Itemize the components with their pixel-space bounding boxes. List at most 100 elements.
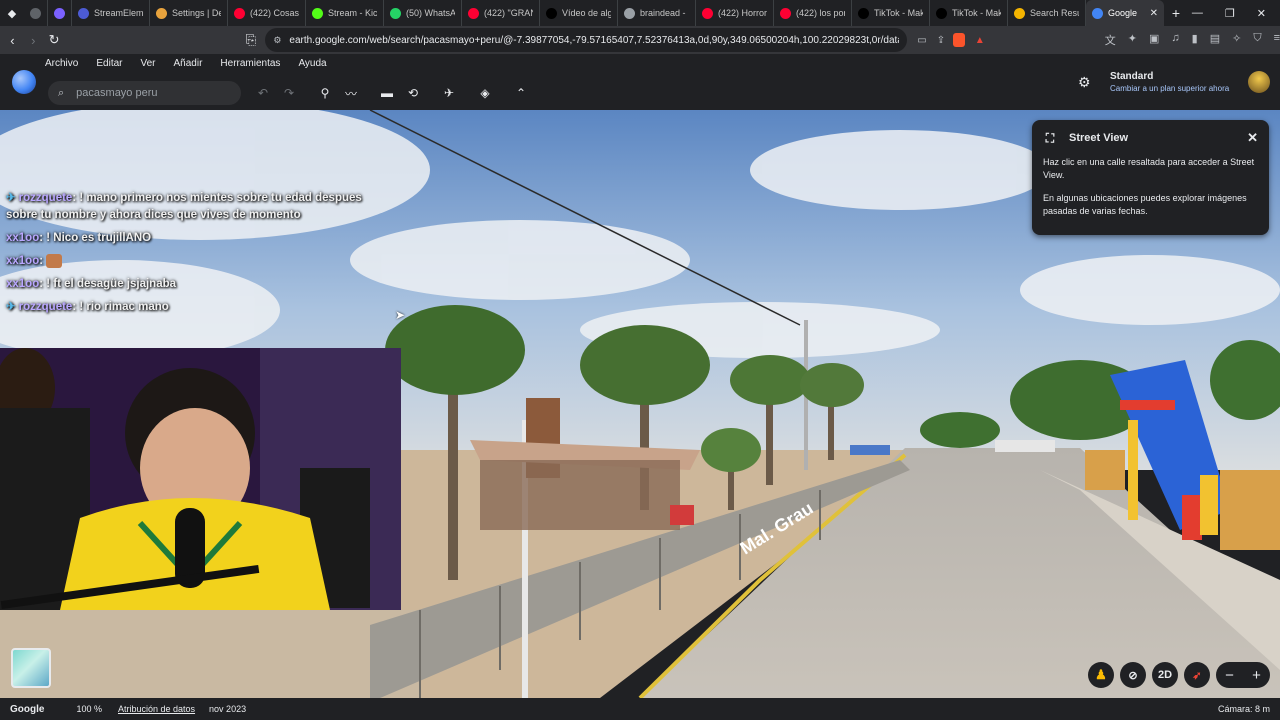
vpn-icon[interactable]: ⛉: [1253, 32, 1261, 48]
new-tab-button[interactable]: +: [1164, 5, 1188, 21]
leo-icon[interactable]: ✧: [1232, 32, 1241, 48]
back-icon[interactable]: ‹: [4, 33, 21, 48]
tab-label: Vídeo de alg: [562, 8, 611, 18]
chat-username: xx1oo: [6, 278, 40, 290]
tab-search-icon[interactable]: ◆: [0, 0, 24, 26]
tab-favicon-icon: [30, 7, 41, 19]
menu-item[interactable]: Herramientas: [220, 58, 280, 69]
minimize-icon[interactable]: —: [1192, 7, 1203, 20]
chat-text: ! Nico es trujillANO: [46, 232, 152, 244]
menu-item[interactable]: Ayuda: [298, 58, 326, 69]
forward-icon[interactable]: ›: [25, 33, 42, 48]
media-icon[interactable]: ♫: [1171, 32, 1179, 48]
zoom-in-button[interactable]: +: [1252, 667, 1261, 684]
street-view-canvas[interactable]: Mal. Grau ✈ rozzquete: ! mano primero nos…: [0, 110, 1280, 698]
tab-list: StreamEleme Settings | De (422) Cosas Strea…: [24, 0, 1164, 26]
add-placemark-icon[interactable]: ⚲: [312, 82, 338, 104]
brave-shield-icon[interactable]: [953, 33, 965, 47]
url-field[interactable]: ⚙ earth.google.com/web/search/pacasmayo+…: [265, 28, 908, 52]
street-view-body-1: Haz clic en una calle resaltada para acc…: [1043, 157, 1255, 180]
screenshot-icon[interactable]: ▣: [1149, 32, 1159, 48]
tab-favicon-icon: [468, 7, 479, 19]
browser-tab[interactable]: (422) Cosas: [228, 0, 306, 26]
stream-chat-overlay: ✈ rozzquete: ! mano primero nos mientes s…: [6, 190, 396, 322]
tab-favicon-icon: [936, 7, 947, 19]
historical-imagery-icon[interactable]: ⟲: [400, 82, 426, 104]
browser-tab[interactable]: (422) "GRAN: [462, 0, 540, 26]
close-card-icon[interactable]: ✕: [1247, 130, 1258, 146]
menu-icon[interactable]: ≡: [1274, 32, 1280, 48]
url-text: earth.google.com/web/search/pacasmayo+pe…: [289, 34, 900, 46]
browser-tab[interactable]: Vídeo de alg: [540, 0, 618, 26]
reload-icon[interactable]: ↻: [46, 32, 63, 48]
tab-favicon-icon: [156, 7, 167, 19]
menu-item[interactable]: Ver: [140, 58, 155, 69]
google-earth-logo[interactable]: [12, 70, 36, 94]
zoom-level: 100 %: [76, 704, 102, 714]
browser-tab[interactable]: Settings | De: [150, 0, 228, 26]
compass-icon[interactable]: ➶: [1184, 662, 1210, 688]
webcam-overlay: [0, 348, 401, 610]
browser-tab[interactable]: (50) WhatsAp: [384, 0, 462, 26]
close-tab-icon[interactable]: ✕: [1146, 8, 1158, 19]
browser-tab[interactable]: [24, 0, 48, 26]
tab-strip: ◆ StreamElemeSettings | De(422) CosasStr…: [0, 0, 1280, 26]
browser-tab[interactable]: [48, 0, 72, 26]
chat-badge-icon: ✈: [6, 192, 16, 204]
menu-item[interactable]: Añadir: [174, 58, 203, 69]
exit-street-view-icon[interactable]: ⊘: [1120, 662, 1146, 688]
tab-label: Google: [1108, 8, 1138, 18]
browser-tab[interactable]: (422) los por: [774, 0, 852, 26]
browser-tab[interactable]: TikTok - Mak: [930, 0, 1008, 26]
tab-favicon-icon: [624, 7, 635, 19]
chat-username: xx1oo: [6, 232, 40, 244]
collapse-chevron-icon[interactable]: ⌃: [508, 82, 534, 104]
wallet-icon[interactable]: ▤: [1210, 32, 1220, 48]
measure-icon[interactable]: ▬: [374, 82, 400, 104]
map-style-thumbnail[interactable]: [11, 648, 51, 688]
upgrade-link[interactable]: Cambiar a un plan superior ahora: [1110, 84, 1229, 93]
tab-favicon-icon: [234, 7, 245, 19]
menu-item[interactable]: Archivo: [45, 58, 78, 69]
bookmark-icon[interactable]: ⎘: [242, 32, 259, 48]
layers-icon[interactable]: ◈: [472, 82, 498, 104]
browser-tab[interactable]: Google ✕: [1086, 0, 1164, 26]
voyager-icon[interactable]: ✈: [436, 82, 462, 104]
avatar[interactable]: [1248, 71, 1270, 93]
draw-path-icon[interactable]: 〰: [338, 82, 364, 104]
share-icon[interactable]: ⇪: [937, 35, 945, 46]
site-info-icon[interactable]: ⚙: [273, 35, 281, 46]
chat-message: ✈ rozzquete: ! rio rimac mano: [6, 301, 169, 313]
tab-label: (422) "GRAN: [484, 8, 533, 18]
menu-item[interactable]: Editar: [96, 58, 122, 69]
extensions-icon[interactable]: ✦: [1128, 32, 1137, 48]
attribution-link[interactable]: Atribución de datos: [118, 704, 195, 714]
settings-gear-icon[interactable]: ⚙: [1078, 74, 1091, 91]
browser-tab[interactable]: StreamEleme: [72, 0, 150, 26]
close-window-icon[interactable]: ✕: [1257, 7, 1266, 20]
brave-rewards-icon[interactable]: ▲: [975, 35, 985, 46]
zoom-out-button[interactable]: −: [1225, 667, 1234, 684]
tab-favicon-icon: [312, 7, 323, 19]
cast-icon[interactable]: ▭: [917, 35, 926, 46]
browser-tab[interactable]: Search Resul: [1008, 0, 1086, 26]
browser-tab[interactable]: (422) Horror: [696, 0, 774, 26]
tab-favicon-icon: [1014, 7, 1025, 19]
camera-altitude: Cámara: 8 m: [1217, 704, 1270, 714]
pegman-icon[interactable]: ♟: [1088, 662, 1114, 688]
street-view-info-card: ⛶ Street View ✕ Haz clic en una calle re…: [1032, 120, 1269, 235]
toggle-2d-button[interactable]: 2D: [1152, 662, 1178, 688]
sidebar-icon[interactable]: ▮: [1192, 32, 1198, 48]
tab-label: (50) WhatsAp: [406, 8, 455, 18]
undo-icon[interactable]: ↶: [250, 82, 276, 104]
search-input[interactable]: ⌕ pacasmayo peru: [48, 81, 241, 105]
restore-icon[interactable]: ❐: [1225, 7, 1235, 20]
translate-icon[interactable]: 文: [1105, 32, 1116, 48]
browser-tab[interactable]: TikTok - Mak: [852, 0, 930, 26]
chat-badge-icon: ✈: [6, 301, 16, 313]
extensions-row: 文 ✦ ▣ ♫ ▮ ▤ ✧ ⛉ ≡: [1105, 32, 1280, 48]
browser-tab[interactable]: Stream - Kick: [306, 0, 384, 26]
status-bar: Google 100 % Atribución de datos nov 202…: [0, 698, 1280, 720]
browser-tab[interactable]: braindead -: [618, 0, 696, 26]
redo-icon[interactable]: ↷: [276, 82, 302, 104]
